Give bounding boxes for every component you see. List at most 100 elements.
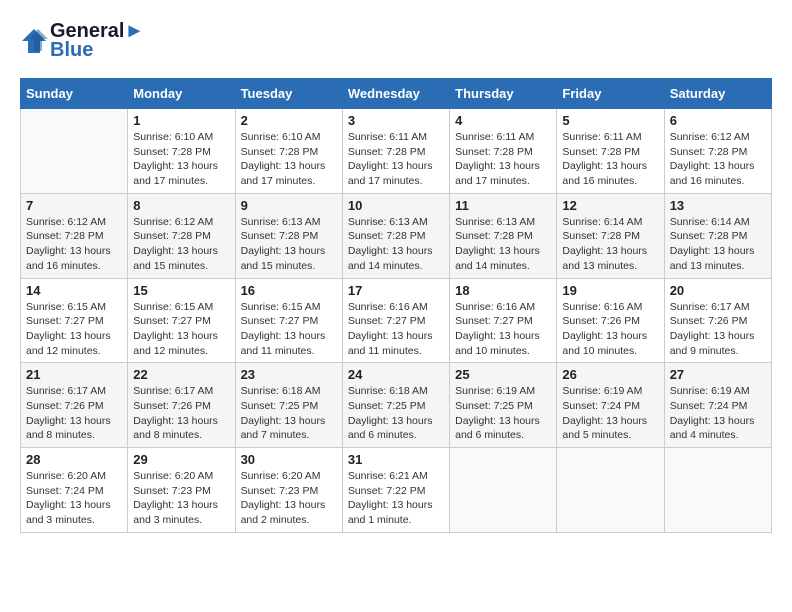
day-number: 10 <box>348 198 444 213</box>
day-number: 5 <box>562 113 658 128</box>
calendar-day: 21 Sunrise: 6:17 AM Sunset: 7:26 PM Dayli… <box>21 363 128 448</box>
day-number: 31 <box>348 452 444 467</box>
day-number: 11 <box>455 198 551 213</box>
day-info: Sunrise: 6:19 AM Sunset: 7:25 PM Dayligh… <box>455 384 551 443</box>
empty-day <box>557 448 664 533</box>
calendar-day: 10 Sunrise: 6:13 AM Sunset: 7:28 PM Dayli… <box>342 193 449 278</box>
day-number: 29 <box>133 452 229 467</box>
day-info: Sunrise: 6:13 AM Sunset: 7:28 PM Dayligh… <box>241 215 337 274</box>
calendar-day: 29 Sunrise: 6:20 AM Sunset: 7:23 PM Dayli… <box>128 448 235 533</box>
weekday-header: Thursday <box>450 79 557 109</box>
day-info: Sunrise: 6:15 AM Sunset: 7:27 PM Dayligh… <box>241 300 337 359</box>
calendar-day: 8 Sunrise: 6:12 AM Sunset: 7:28 PM Daylig… <box>128 193 235 278</box>
day-info: Sunrise: 6:12 AM Sunset: 7:28 PM Dayligh… <box>26 215 122 274</box>
calendar-day: 6 Sunrise: 6:12 AM Sunset: 7:28 PM Daylig… <box>664 109 771 194</box>
empty-day <box>450 448 557 533</box>
calendar-day: 24 Sunrise: 6:18 AM Sunset: 7:25 PM Dayli… <box>342 363 449 448</box>
day-info: Sunrise: 6:17 AM Sunset: 7:26 PM Dayligh… <box>133 384 229 443</box>
day-info: Sunrise: 6:10 AM Sunset: 7:28 PM Dayligh… <box>241 130 337 189</box>
day-number: 3 <box>348 113 444 128</box>
calendar-day: 3 Sunrise: 6:11 AM Sunset: 7:28 PM Daylig… <box>342 109 449 194</box>
weekday-header: Wednesday <box>342 79 449 109</box>
day-info: Sunrise: 6:11 AM Sunset: 7:28 PM Dayligh… <box>455 130 551 189</box>
calendar-day: 19 Sunrise: 6:16 AM Sunset: 7:26 PM Dayli… <box>557 278 664 363</box>
calendar-day: 27 Sunrise: 6:19 AM Sunset: 7:24 PM Dayli… <box>664 363 771 448</box>
day-info: Sunrise: 6:17 AM Sunset: 7:26 PM Dayligh… <box>670 300 766 359</box>
day-info: Sunrise: 6:15 AM Sunset: 7:27 PM Dayligh… <box>133 300 229 359</box>
day-number: 6 <box>670 113 766 128</box>
day-number: 1 <box>133 113 229 128</box>
calendar-day: 16 Sunrise: 6:15 AM Sunset: 7:27 PM Dayli… <box>235 278 342 363</box>
calendar-day: 9 Sunrise: 6:13 AM Sunset: 7:28 PM Daylig… <box>235 193 342 278</box>
day-info: Sunrise: 6:20 AM Sunset: 7:24 PM Dayligh… <box>26 469 122 528</box>
calendar-day: 28Sunrise: 6:20 AM Sunset: 7:24 PM Dayli… <box>21 448 128 533</box>
day-number: 17 <box>348 283 444 298</box>
calendar-day: 25 Sunrise: 6:19 AM Sunset: 7:25 PM Dayli… <box>450 363 557 448</box>
logo: General► Blue <box>20 20 144 62</box>
day-info: Sunrise: 6:14 AM Sunset: 7:28 PM Dayligh… <box>562 215 658 274</box>
day-number: 9 <box>241 198 337 213</box>
calendar-day: 7 Sunrise: 6:12 AM Sunset: 7:28 PM Daylig… <box>21 193 128 278</box>
day-info: Sunrise: 6:12 AM Sunset: 7:28 PM Dayligh… <box>670 130 766 189</box>
day-info: Sunrise: 6:17 AM Sunset: 7:26 PM Dayligh… <box>26 384 122 443</box>
page-header: General► Blue <box>20 20 772 62</box>
day-number: 23 <box>241 367 337 382</box>
calendar-day: 12 Sunrise: 6:14 AM Sunset: 7:28 PM Dayli… <box>557 193 664 278</box>
day-number: 12 <box>562 198 658 213</box>
day-number: 21 <box>26 367 122 382</box>
day-info: Sunrise: 6:18 AM Sunset: 7:25 PM Dayligh… <box>241 384 337 443</box>
day-number: 7 <box>26 198 122 213</box>
calendar-day: 1 Sunrise: 6:10 AM Sunset: 7:28 PM Daylig… <box>128 109 235 194</box>
day-info: Sunrise: 6:14 AM Sunset: 7:28 PM Dayligh… <box>670 215 766 274</box>
day-info: Sunrise: 6:11 AM Sunset: 7:28 PM Dayligh… <box>348 130 444 189</box>
day-number: 18 <box>455 283 551 298</box>
calendar-day: 22 Sunrise: 6:17 AM Sunset: 7:26 PM Dayli… <box>128 363 235 448</box>
calendar-day: 17 Sunrise: 6:16 AM Sunset: 7:27 PM Dayli… <box>342 278 449 363</box>
day-info: Sunrise: 6:21 AM Sunset: 7:22 PM Dayligh… <box>348 469 444 528</box>
day-number: 15 <box>133 283 229 298</box>
day-number: 24 <box>348 367 444 382</box>
day-number: 25 <box>455 367 551 382</box>
calendar-day: 2Sunrise: 6:10 AM Sunset: 7:28 PM Daylig… <box>235 109 342 194</box>
day-info: Sunrise: 6:19 AM Sunset: 7:24 PM Dayligh… <box>670 384 766 443</box>
day-info: Sunrise: 6:16 AM Sunset: 7:27 PM Dayligh… <box>455 300 551 359</box>
day-number: 16 <box>241 283 337 298</box>
day-info: Sunrise: 6:13 AM Sunset: 7:28 PM Dayligh… <box>348 215 444 274</box>
day-number: 27 <box>670 367 766 382</box>
calendar-day: 11 Sunrise: 6:13 AM Sunset: 7:28 PM Dayli… <box>450 193 557 278</box>
weekday-header: Monday <box>128 79 235 109</box>
day-info: Sunrise: 6:20 AM Sunset: 7:23 PM Dayligh… <box>133 469 229 528</box>
calendar-day: 14 Sunrise: 6:15 AM Sunset: 7:27 PM Dayli… <box>21 278 128 363</box>
empty-day <box>664 448 771 533</box>
calendar-day: 4 Sunrise: 6:11 AM Sunset: 7:28 PM Daylig… <box>450 109 557 194</box>
empty-day <box>21 109 128 194</box>
day-info: Sunrise: 6:15 AM Sunset: 7:27 PM Dayligh… <box>26 300 122 359</box>
day-number: 19 <box>562 283 658 298</box>
day-info: Sunrise: 6:12 AM Sunset: 7:28 PM Dayligh… <box>133 215 229 274</box>
logo-icon <box>20 27 48 55</box>
day-info: Sunrise: 6:16 AM Sunset: 7:26 PM Dayligh… <box>562 300 658 359</box>
calendar-header: SundayMondayTuesdayWednesdayThursdayFrid… <box>21 79 772 109</box>
calendar-day: 5Sunrise: 6:11 AM Sunset: 7:28 PM Daylig… <box>557 109 664 194</box>
day-number: 30 <box>241 452 337 467</box>
day-info: Sunrise: 6:20 AM Sunset: 7:23 PM Dayligh… <box>241 469 337 528</box>
day-number: 22 <box>133 367 229 382</box>
weekday-header: Friday <box>557 79 664 109</box>
day-number: 20 <box>670 283 766 298</box>
day-number: 8 <box>133 198 229 213</box>
day-number: 14 <box>26 283 122 298</box>
calendar-day: 31 Sunrise: 6:21 AM Sunset: 7:22 PM Dayli… <box>342 448 449 533</box>
weekday-header: Saturday <box>664 79 771 109</box>
day-number: 4 <box>455 113 551 128</box>
calendar-day: 15 Sunrise: 6:15 AM Sunset: 7:27 PM Dayli… <box>128 278 235 363</box>
day-number: 13 <box>670 198 766 213</box>
calendar-table: SundayMondayTuesdayWednesdayThursdayFrid… <box>20 78 772 533</box>
day-info: Sunrise: 6:18 AM Sunset: 7:25 PM Dayligh… <box>348 384 444 443</box>
calendar-day: 13 Sunrise: 6:14 AM Sunset: 7:28 PM Dayli… <box>664 193 771 278</box>
day-info: Sunrise: 6:19 AM Sunset: 7:24 PM Dayligh… <box>562 384 658 443</box>
weekday-header: Sunday <box>21 79 128 109</box>
day-info: Sunrise: 6:10 AM Sunset: 7:28 PM Dayligh… <box>133 130 229 189</box>
day-info: Sunrise: 6:16 AM Sunset: 7:27 PM Dayligh… <box>348 300 444 359</box>
calendar-day: 26Sunrise: 6:19 AM Sunset: 7:24 PM Dayli… <box>557 363 664 448</box>
day-info: Sunrise: 6:13 AM Sunset: 7:28 PM Dayligh… <box>455 215 551 274</box>
